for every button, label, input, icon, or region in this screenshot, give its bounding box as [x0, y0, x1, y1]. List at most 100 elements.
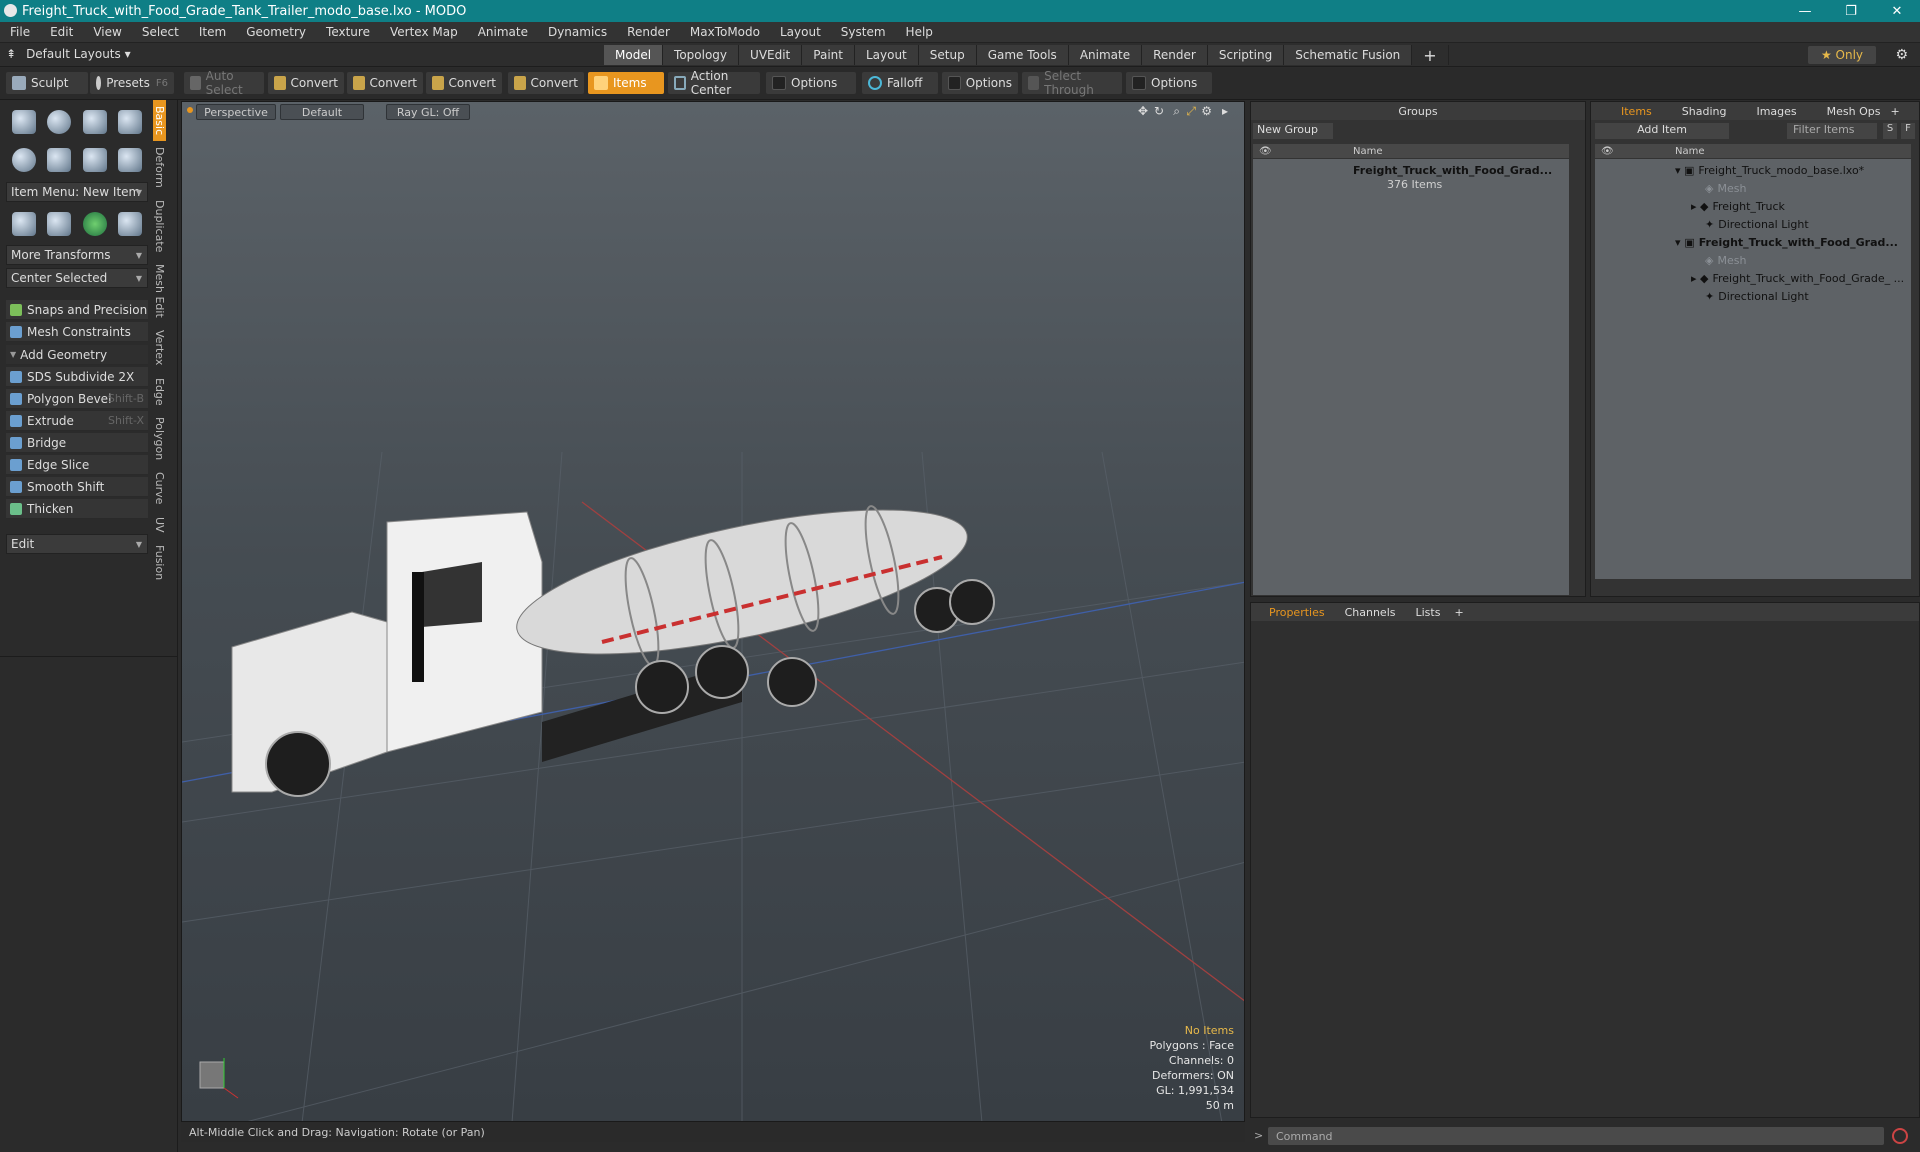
only-button[interactable]: ★ Only: [1808, 46, 1876, 64]
vtab-edge[interactable]: Edge: [153, 372, 166, 412]
torus-primitive-icon[interactable]: [11, 148, 36, 172]
menu-help[interactable]: Help: [896, 25, 943, 39]
tree-item[interactable]: ✦ Directional Light: [1705, 215, 1809, 233]
menu-view[interactable]: View: [83, 25, 131, 39]
tab-images[interactable]: Images: [1756, 105, 1796, 118]
tool-polygon-bevel[interactable]: Polygon Bevel Shift-B: [6, 389, 148, 409]
transform-icon[interactable]: [11, 212, 36, 236]
auto-select-button[interactable]: Auto Select: [184, 69, 264, 97]
falloff-button[interactable]: Falloff: [862, 72, 938, 94]
menu-vertex-map[interactable]: Vertex Map: [380, 25, 468, 39]
tree-item[interactable]: ▾ ▣ Freight_Truck_with_Food_Grad...: [1675, 233, 1898, 251]
tab-lists[interactable]: Lists: [1416, 606, 1441, 619]
tree-item[interactable]: ◈ Mesh: [1705, 251, 1746, 269]
add-tab-button[interactable]: +: [1412, 45, 1449, 65]
vtab-mesh-edit[interactable]: Mesh Edit: [153, 258, 166, 324]
vtab-deform[interactable]: Deform: [153, 141, 166, 194]
sculpt-button[interactable]: Sculpt: [6, 72, 88, 94]
maximize-icon[interactable]: ❐: [1828, 0, 1874, 22]
tab-properties[interactable]: Properties: [1269, 606, 1325, 619]
minimize-icon[interactable]: —: [1782, 0, 1828, 22]
tab-items[interactable]: Items: [1621, 105, 1652, 118]
menu-texture[interactable]: Texture: [316, 25, 380, 39]
menu-render[interactable]: Render: [617, 25, 680, 39]
convert-edge-button[interactable]: Convert: [347, 72, 423, 94]
tab-topology[interactable]: Topology: [663, 45, 740, 65]
options-button-3[interactable]: Options: [1126, 72, 1212, 94]
options-button-2[interactable]: Options: [942, 72, 1018, 94]
record-icon[interactable]: [1892, 1128, 1908, 1144]
items-mode-button[interactable]: Items: [588, 72, 664, 94]
vtab-duplicate[interactable]: Duplicate: [153, 194, 166, 258]
convert-item-button[interactable]: Convert: [508, 72, 584, 94]
filter-items-input[interactable]: Filter Items: [1787, 123, 1877, 139]
vtab-uv[interactable]: UV: [153, 511, 166, 539]
tool-sds-subdivide[interactable]: SDS Subdivide 2X: [6, 367, 148, 387]
menu-edit[interactable]: Edit: [40, 25, 83, 39]
tab-channels[interactable]: Channels: [1345, 606, 1396, 619]
layout-dropdown[interactable]: ⇞ Default Layouts ▾: [6, 47, 131, 61]
more-transforms-dropdown[interactable]: More Transforms: [6, 245, 148, 265]
edit-dropdown[interactable]: Edit: [6, 534, 148, 554]
menu-select[interactable]: Select: [132, 25, 189, 39]
globe-icon[interactable]: [82, 212, 107, 236]
cube-primitive-icon[interactable]: [11, 110, 36, 134]
tool-edge-slice[interactable]: Edge Slice: [6, 455, 148, 475]
menu-item[interactable]: Item: [189, 25, 236, 39]
3d-viewport[interactable]: Perspective Default Ray GL: Off ✥ ↻ ⌕ ⤢ …: [181, 101, 1245, 1122]
add-geometry-header[interactable]: ▼ Add Geometry: [6, 345, 148, 365]
s-button[interactable]: S: [1883, 123, 1897, 139]
snaps-precision-item[interactable]: Snaps and Precision: [6, 300, 148, 320]
gear-icon[interactable]: ⚙: [1895, 47, 1908, 63]
vtab-vertex[interactable]: Vertex: [153, 324, 166, 371]
vtab-fusion[interactable]: Fusion: [153, 539, 166, 586]
tab-paint[interactable]: Paint: [802, 45, 855, 65]
tree-item[interactable]: ▸ ◆ Freight_Truck: [1691, 197, 1785, 215]
tab-render[interactable]: Render: [1142, 45, 1208, 65]
new-group-button[interactable]: New Group: [1253, 123, 1333, 139]
action-center-button[interactable]: Action Center: [668, 69, 760, 97]
options-button-1[interactable]: Options: [766, 72, 856, 94]
tree-item[interactable]: ✦ Directional Light: [1705, 287, 1809, 305]
pyramid-icon[interactable]: [118, 212, 143, 236]
tab-uvedit[interactable]: UVEdit: [739, 45, 803, 65]
tab-mesh-ops[interactable]: Mesh Ops: [1827, 105, 1881, 118]
convert-polygon-button[interactable]: Convert: [426, 72, 502, 94]
group-entry[interactable]: Freight_Truck_with_Food_Grad...: [1353, 161, 1552, 179]
cylinder-primitive-icon[interactable]: [82, 110, 107, 134]
tool-extrude[interactable]: Extrude Shift-X: [6, 411, 148, 431]
tab-game-tools[interactable]: Game Tools: [976, 45, 1069, 65]
tool-thicken[interactable]: Thicken: [6, 499, 148, 519]
add-tab-button[interactable]: +: [1454, 606, 1463, 619]
tab-scripting[interactable]: Scripting: [1207, 45, 1285, 65]
select-through-button[interactable]: Select Through: [1022, 69, 1122, 97]
f-button[interactable]: F: [1901, 123, 1915, 139]
menu-maxtomodo[interactable]: MaxToModo: [680, 25, 770, 39]
command-input[interactable]: Command: [1268, 1127, 1884, 1145]
menu-system[interactable]: System: [831, 25, 896, 39]
menu-file[interactable]: File: [0, 25, 40, 39]
center-selected-dropdown[interactable]: Center Selected: [6, 268, 148, 288]
tree-item[interactable]: ◈ Mesh: [1705, 179, 1746, 197]
tool-smooth-shift[interactable]: Smooth Shift: [6, 477, 148, 497]
text-tool-icon[interactable]: [118, 148, 143, 172]
menu-dynamics[interactable]: Dynamics: [538, 25, 617, 39]
grid-icon[interactable]: [47, 212, 72, 236]
vtab-basic[interactable]: Basic: [153, 100, 166, 142]
vtab-polygon[interactable]: Polygon: [153, 411, 166, 466]
pen-tool-icon[interactable]: [82, 148, 107, 172]
capsule-primitive-icon[interactable]: [47, 148, 72, 172]
tab-setup[interactable]: Setup: [918, 45, 977, 65]
convert-vertex-button[interactable]: Convert: [268, 72, 344, 94]
menu-animate[interactable]: Animate: [468, 25, 538, 39]
tab-schematic-fusion[interactable]: Schematic Fusion: [1284, 45, 1413, 65]
vtab-curve[interactable]: Curve: [153, 466, 166, 510]
presets-button[interactable]: Presets F6: [90, 72, 174, 94]
tab-shading[interactable]: Shading: [1682, 105, 1727, 118]
tab-animate[interactable]: Animate: [1068, 45, 1143, 65]
tool-bridge[interactable]: Bridge: [6, 433, 148, 453]
tab-model[interactable]: Model: [604, 45, 664, 65]
menu-layout[interactable]: Layout: [770, 25, 831, 39]
add-item-button[interactable]: Add Item: [1595, 123, 1729, 139]
add-tab-button[interactable]: +: [1891, 105, 1900, 118]
